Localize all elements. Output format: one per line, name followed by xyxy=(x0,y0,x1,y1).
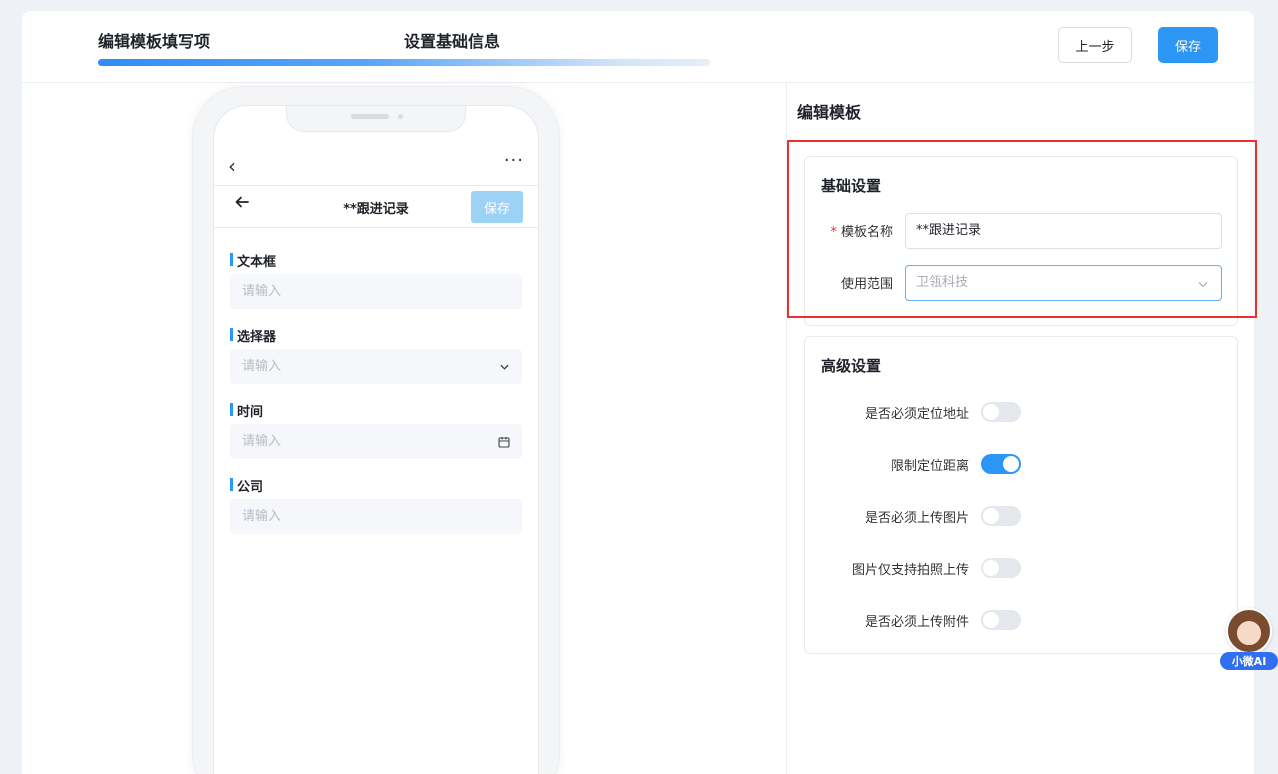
switch-label: 是否必须上传图片 xyxy=(864,511,969,526)
phone-system-nav: ‹ ··· xyxy=(214,150,538,186)
header: 编辑模板填写项 设置基础信息 上一步 保存 xyxy=(22,11,1254,83)
switch-label: 图片仅支持拍照上传 xyxy=(851,563,969,578)
field-label-time: 时间 xyxy=(230,401,263,420)
input-placeholder: 请输入 xyxy=(242,359,282,374)
time-input[interactable]: 请输入 xyxy=(230,424,522,459)
switch-label: 是否必须定位地址 xyxy=(864,407,969,422)
phone-screen: ‹ ··· **跟进记录 保存 文本框 请输入 选择器 请输入 时间 请输入 公… xyxy=(213,105,539,774)
toggle-limit-distance[interactable] xyxy=(981,454,1021,474)
phone-preview: ‹ ··· **跟进记录 保存 文本框 请输入 选择器 请输入 时间 请输入 公… xyxy=(192,86,560,774)
calendar-icon xyxy=(498,424,510,459)
input-placeholder: 请输入 xyxy=(242,509,282,524)
textbox-input[interactable]: 请输入 xyxy=(230,274,522,309)
step-basic-info[interactable]: 设置基础信息 xyxy=(404,28,500,52)
more-icon[interactable]: ··· xyxy=(504,150,524,171)
step-progress-bar xyxy=(98,59,710,66)
ai-avatar xyxy=(1226,608,1272,654)
chevron-left-icon[interactable]: ‹ xyxy=(228,154,236,178)
input-placeholder: 请输入 xyxy=(242,434,282,449)
toggle-knob xyxy=(983,612,999,628)
prev-step-button[interactable]: 上一步 xyxy=(1058,27,1132,63)
input-placeholder: 请输入 xyxy=(242,284,282,299)
notch-speaker xyxy=(351,114,389,119)
field-label-selector: 选择器 xyxy=(230,326,276,345)
step-edit-fields[interactable]: 编辑模板填写项 xyxy=(98,28,210,52)
switch-label: 限制定位距离 xyxy=(890,459,969,474)
panel-title: 编辑模板 xyxy=(797,103,862,122)
selector-input[interactable]: 请输入 xyxy=(230,349,522,384)
save-button[interactable]: 保存 xyxy=(1158,27,1218,63)
field-label-textbox: 文本框 xyxy=(230,251,276,270)
toggle-require-attachment[interactable] xyxy=(981,610,1021,630)
phone-save-button[interactable]: 保存 xyxy=(471,191,523,223)
toggle-require-image[interactable] xyxy=(981,506,1021,526)
field-label-company: 公司 xyxy=(230,476,263,495)
switch-label: 是否必须上传附件 xyxy=(864,615,969,630)
ai-badge-label: 小微AI xyxy=(1220,652,1278,670)
toggle-knob xyxy=(1003,456,1019,472)
company-input[interactable]: 请输入 xyxy=(230,499,522,534)
advanced-settings-title: 高级设置 xyxy=(821,357,882,375)
phone-notch xyxy=(286,106,466,132)
ai-assistant-badge[interactable]: 小微AI xyxy=(1220,608,1278,670)
highlight-frame xyxy=(787,140,1257,318)
advanced-settings-card: 高级设置 是否必须定位地址 限制定位距离 是否必须上传图片 图片仅支持拍照上传 … xyxy=(804,336,1238,654)
toggle-knob xyxy=(983,508,999,524)
toggle-knob xyxy=(983,560,999,576)
chevron-down-icon xyxy=(499,349,510,384)
phone-page-nav: **跟进记录 保存 xyxy=(214,186,538,228)
toggle-camera-only[interactable] xyxy=(981,558,1021,578)
toggle-knob xyxy=(983,404,999,420)
toggle-require-location[interactable] xyxy=(981,402,1021,422)
notch-camera xyxy=(398,114,403,119)
